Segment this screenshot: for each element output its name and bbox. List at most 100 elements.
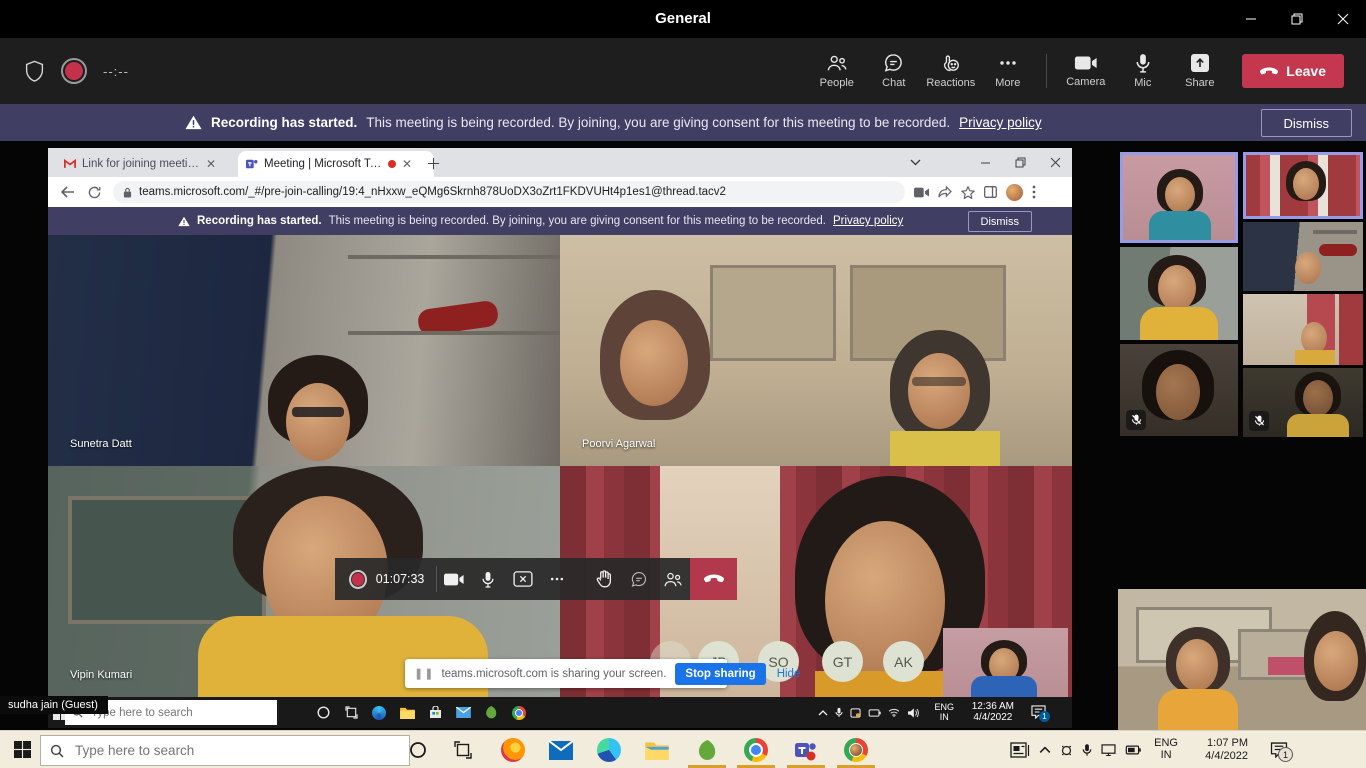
- roster-video[interactable]: [1120, 152, 1238, 243]
- teams-meeting-window: General --:-- People: [0, 0, 1366, 768]
- file-explorer-icon[interactable]: [637, 731, 677, 768]
- host-language-indicator[interactable]: ENGIN: [1154, 737, 1178, 761]
- host-search-input[interactable]: [73, 742, 367, 759]
- video-scene: [908, 353, 970, 429]
- chrome-icon[interactable]: [506, 697, 532, 728]
- shared-clock[interactable]: 12:36 AM4/4/2022: [972, 701, 1014, 723]
- inner-dismiss-button[interactable]: Dismiss: [968, 211, 1033, 232]
- cortana-icon[interactable]: [310, 697, 336, 728]
- mic-button[interactable]: Mic: [1114, 38, 1171, 104]
- pause-sharing-icon[interactable]: ❚❚: [414, 667, 434, 680]
- edge-icon[interactable]: [589, 731, 629, 768]
- roster-video[interactable]: [1120, 247, 1238, 340]
- chat-button[interactable]: Chat: [865, 38, 922, 104]
- browser-tab-gmail[interactable]: Link for joining meeting - jsudha ✕: [56, 151, 250, 177]
- more-icon[interactable]: [540, 558, 574, 600]
- host-notification-icon[interactable]: 1: [1270, 742, 1288, 758]
- browser-restore-button[interactable]: [1003, 148, 1037, 177]
- participant-name-label: Poorvi Agarwal: [582, 438, 655, 450]
- share-screen-icon: [1190, 53, 1210, 73]
- roster-video[interactable]: [1120, 344, 1238, 436]
- roster-video[interactable]: [1243, 152, 1363, 219]
- chat-icon[interactable]: [622, 558, 656, 600]
- camera-button[interactable]: Camera: [1057, 38, 1114, 104]
- video-scene: [348, 331, 560, 335]
- raise-hand-icon[interactable]: [588, 558, 622, 600]
- recording-banner: Recording has started. This meeting is b…: [0, 104, 1366, 141]
- green-app-icon[interactable]: [478, 697, 504, 728]
- video-scene: [258, 355, 378, 466]
- bookmark-star-icon[interactable]: [961, 186, 975, 199]
- minimize-button[interactable]: [1228, 0, 1274, 38]
- roster-video[interactable]: [1243, 222, 1363, 291]
- tab-camera-icon[interactable]: [914, 187, 929, 198]
- shared-notification-icon[interactable]: 1: [1031, 705, 1046, 719]
- camera-icon: [1074, 54, 1098, 72]
- browser-close-button[interactable]: [1038, 148, 1072, 177]
- host-clock[interactable]: 1:07 PM4/4/2022: [1205, 737, 1248, 763]
- more-button[interactable]: More: [979, 38, 1036, 104]
- firefox-icon[interactable]: [493, 731, 533, 768]
- warning-icon: [178, 216, 190, 227]
- privacy-policy-link[interactable]: Privacy policy: [833, 215, 903, 227]
- mail-icon[interactable]: [541, 731, 581, 768]
- hide-toast-button[interactable]: Hide: [777, 668, 801, 680]
- recording-banner-title: Recording has started.: [211, 115, 357, 130]
- tray-battery-icon: [1125, 745, 1141, 755]
- people-button[interactable]: People: [808, 38, 865, 104]
- cortana-icon[interactable]: [398, 731, 438, 768]
- back-icon[interactable]: [61, 186, 75, 198]
- tab-search-chevron-icon[interactable]: [898, 148, 932, 177]
- stop-share-icon[interactable]: [506, 558, 540, 600]
- dismiss-button[interactable]: Dismiss: [1261, 109, 1353, 137]
- chrome-profile-icon[interactable]: [836, 731, 876, 768]
- browser-profile-avatar[interactable]: [1006, 184, 1023, 201]
- tab-recording-dot: [388, 160, 396, 168]
- reload-icon[interactable]: [88, 186, 101, 199]
- recording-indicator-icon: [349, 570, 367, 589]
- share-button[interactable]: Share: [1171, 38, 1228, 104]
- host-taskbar: ENGIN 1:07 PM4/4/2022 1: [0, 730, 1366, 768]
- task-view-icon[interactable]: [443, 731, 483, 768]
- store-icon[interactable]: [422, 697, 448, 728]
- camera-icon[interactable]: [437, 558, 471, 600]
- browser-menu-kebab-icon[interactable]: [1032, 185, 1036, 199]
- browser-minimize-button[interactable]: [968, 148, 1002, 177]
- close-button[interactable]: [1320, 0, 1366, 38]
- shared-language-indicator[interactable]: ENGIN: [934, 702, 954, 722]
- roster-video-large[interactable]: [1118, 589, 1366, 730]
- tray-chevron-icon: [1039, 746, 1051, 754]
- hangup-button[interactable]: [690, 558, 737, 600]
- people-icon[interactable]: [656, 558, 690, 600]
- mail-icon[interactable]: [450, 697, 476, 728]
- toolbar-separator: [1046, 54, 1047, 88]
- shared-screen-taskbar: ENGIN 12:36 AM4/4/2022 1: [48, 697, 1072, 728]
- roster-video[interactable]: [1243, 294, 1363, 365]
- stop-sharing-button[interactable]: Stop sharing: [675, 663, 765, 685]
- new-tab-button[interactable]: ＋: [426, 153, 441, 174]
- mic-icon[interactable]: [471, 558, 505, 600]
- start-button[interactable]: [14, 741, 31, 758]
- leave-button[interactable]: Leave: [1242, 54, 1344, 88]
- reactions-button[interactable]: Reactions: [922, 38, 979, 104]
- file-explorer-icon[interactable]: [394, 697, 420, 728]
- tab-close-icon[interactable]: ✕: [402, 157, 412, 171]
- host-search-box[interactable]: [40, 735, 410, 766]
- participant-video: Sunetra Datt: [48, 235, 560, 466]
- browser-tab-teams[interactable]: Meeting | Microsoft Teams ✕: [238, 151, 434, 177]
- restore-button[interactable]: [1274, 0, 1320, 38]
- task-view-icon[interactable]: [338, 697, 364, 728]
- participant-avatar: AK: [883, 641, 924, 682]
- tab-close-icon[interactable]: ✕: [206, 157, 216, 171]
- corel-app-icon[interactable]: [687, 731, 727, 768]
- privacy-policy-link[interactable]: Privacy policy: [959, 115, 1042, 130]
- side-panel-icon[interactable]: [984, 186, 997, 198]
- shared-search-input[interactable]: [89, 706, 243, 720]
- roster-video[interactable]: [1243, 368, 1363, 437]
- chrome-icon[interactable]: [736, 731, 776, 768]
- send-tab-icon[interactable]: [938, 186, 952, 198]
- url-field[interactable]: teams.microsoft.com/_#/pre-join-calling/…: [113, 181, 905, 203]
- host-system-tray: [1010, 731, 1141, 768]
- edge-icon[interactable]: [366, 697, 392, 728]
- teams-app-icon[interactable]: [786, 731, 826, 768]
